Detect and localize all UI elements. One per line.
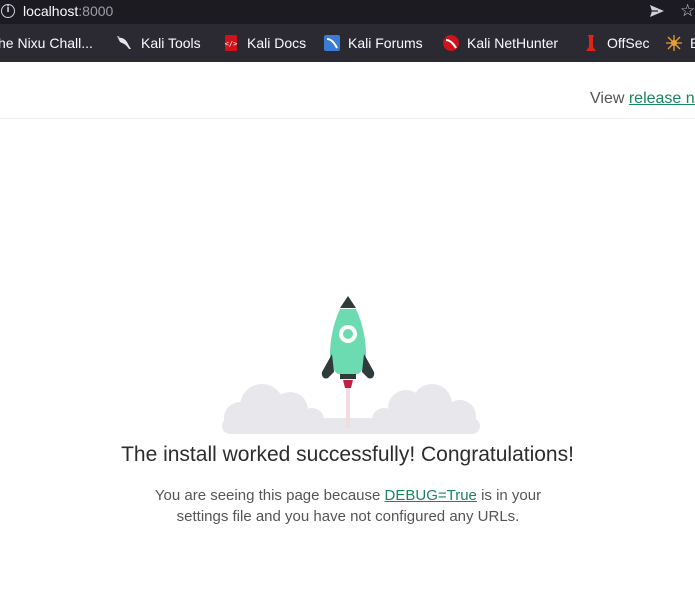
release-notes-line: View release notes [590,90,695,108]
rocket-icon [321,296,375,388]
kali-forums-icon [324,35,340,51]
bookmark-label: OffSec [607,35,650,51]
bookmark-label: Kali Tools [141,35,201,51]
bookmarks-toolbar: he Nixu Chall... Kali Tools </> Kali Doc… [0,24,695,62]
rocket-illustration [222,296,480,434]
url-port: :8000 [78,3,114,19]
bookmark-kali-nethunter[interactable]: Kali NetHunter [443,24,558,62]
cloud-graphic [222,384,480,434]
offsec-icon [586,35,596,51]
exploit-db-icon [666,35,682,51]
bookmark-label: he Nixu Chall... [0,35,93,51]
bookmark-label: E [690,35,695,51]
view-prefix: View [590,90,629,107]
explanation-part-1: You are seeing this page because [154,487,385,504]
bookmark-label: Kali Forums [348,35,423,51]
svg-text:</>: </> [225,40,238,48]
bookmark-exploit-db[interactable]: E [666,24,695,62]
bookmark-label: Kali NetHunter [467,35,559,51]
kali-nethunter-icon [443,35,459,51]
url-bar[interactable]: i localhost:8000 ☆ [0,0,695,24]
bookmark-kali-docs[interactable]: </> Kali Docs [223,24,306,62]
url-text[interactable]: localhost:8000 [23,3,113,19]
exhaust-trail [346,388,350,428]
debug-true-link[interactable]: DEBUG=True [385,487,477,504]
bookmark-kali-forums[interactable]: Kali Forums [324,24,423,62]
success-headline: The install worked successfully! Congrat… [121,443,574,466]
info-icon[interactable]: i [1,4,15,18]
url-host: localhost [23,3,79,19]
kali-dragon-icon [117,36,131,49]
explanation-text: You are seeing this page because DEBUG=T… [148,485,548,527]
bookmark-kali-tools[interactable]: Kali Tools [117,24,201,62]
bookmark-label: Kali Docs [247,35,307,51]
release-notes-link[interactable]: release notes [629,90,695,107]
bookmark-nixu[interactable]: he Nixu Chall... [0,24,93,62]
bookmark-offsec[interactable]: OffSec [583,24,650,62]
bookmark-star-icon[interactable]: ☆ [680,1,695,21]
kali-docs-icon: </> [225,35,238,51]
send-icon[interactable] [649,3,665,19]
page-header: View release notes [0,62,695,119]
